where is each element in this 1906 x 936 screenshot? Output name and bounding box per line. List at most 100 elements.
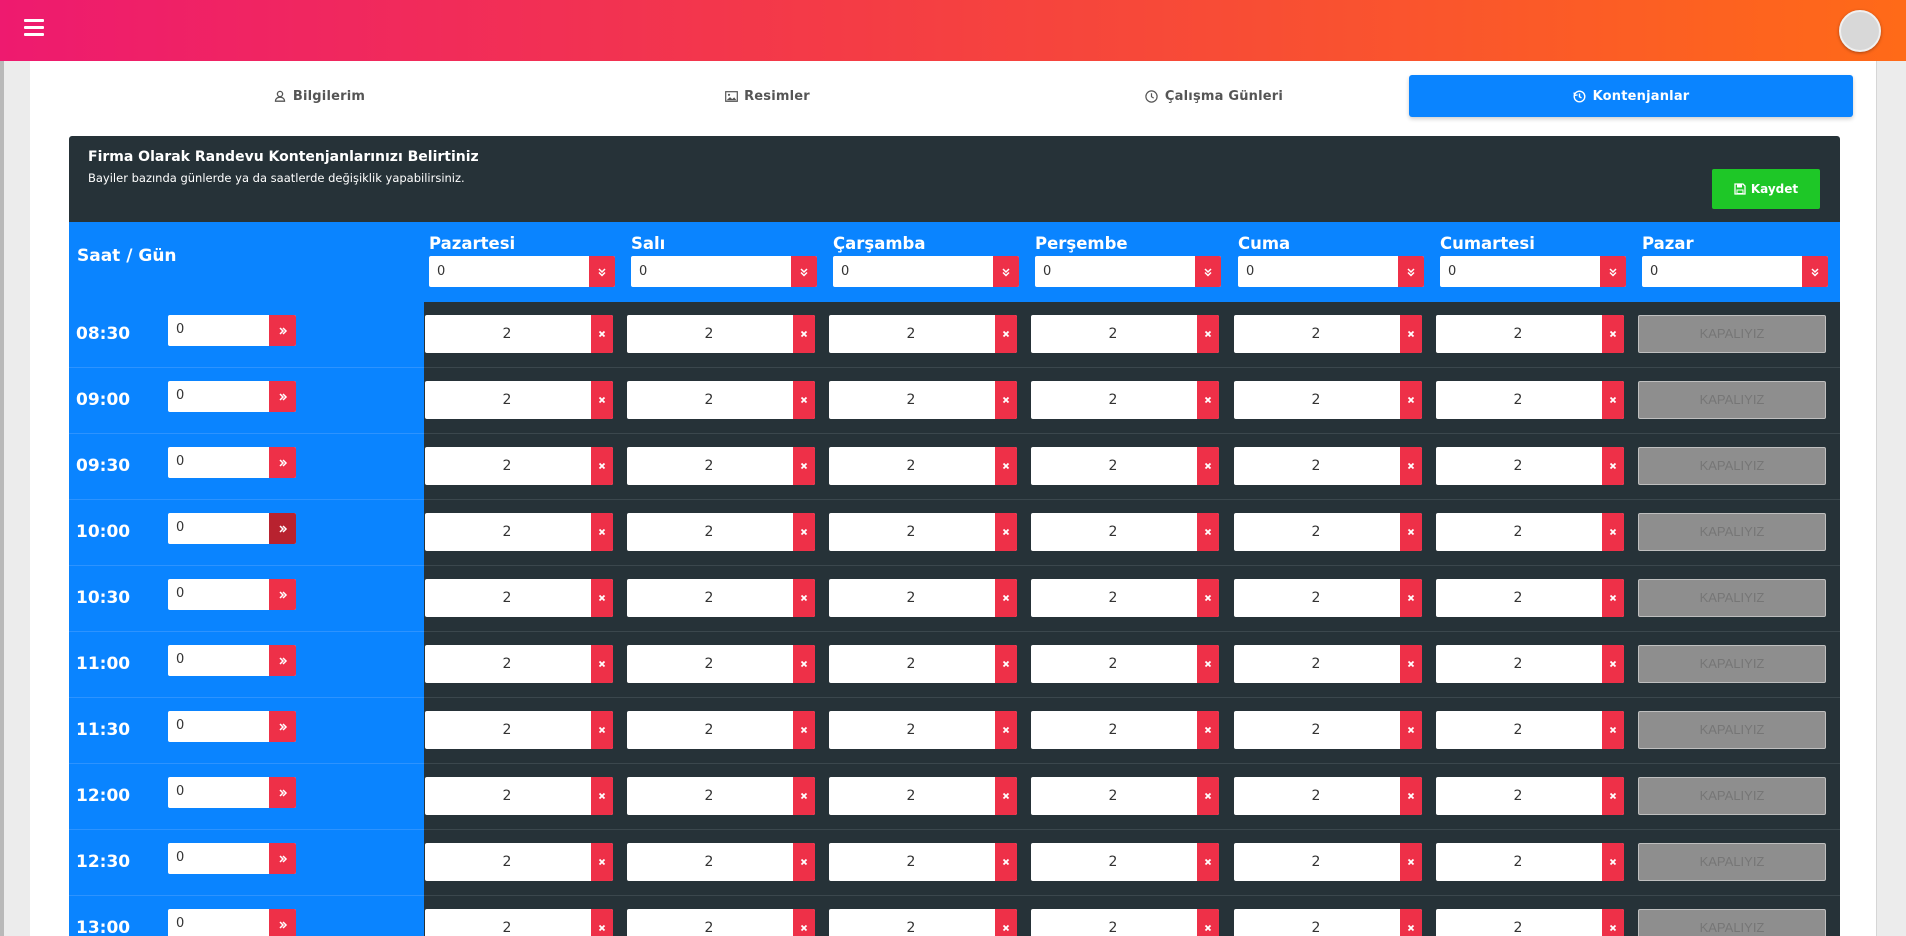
chevron-down-icon[interactable]	[1398, 256, 1424, 287]
tab-calisma-gunleri[interactable]: Çalışma Günleri	[992, 75, 1436, 117]
close-icon[interactable]	[1400, 711, 1422, 749]
close-icon[interactable]	[793, 777, 815, 815]
close-icon[interactable]	[1400, 381, 1422, 419]
quota-cell[interactable]: 2	[1031, 711, 1219, 749]
close-icon[interactable]	[995, 513, 1017, 551]
time-quota-input[interactable]: 0	[168, 579, 296, 610]
quota-cell[interactable]: 2	[1031, 909, 1219, 936]
quota-cell[interactable]: 2	[627, 711, 815, 749]
close-icon[interactable]	[1602, 579, 1624, 617]
quota-cell[interactable]: 2	[425, 909, 613, 936]
apply-row-icon[interactable]	[269, 513, 296, 544]
close-icon[interactable]	[591, 645, 613, 683]
quota-cell[interactable]: 2	[627, 513, 815, 551]
time-quota-input[interactable]: 0	[168, 645, 296, 676]
close-icon[interactable]	[995, 381, 1017, 419]
close-icon[interactable]	[1400, 909, 1422, 936]
close-icon[interactable]	[793, 381, 815, 419]
quota-cell[interactable]: 2	[829, 315, 1017, 353]
chevron-down-icon[interactable]	[1600, 256, 1626, 287]
quota-cell[interactable]: 2	[1436, 645, 1624, 683]
quota-cell[interactable]: 2	[1031, 645, 1219, 683]
quota-cell[interactable]: 2	[829, 777, 1017, 815]
close-icon[interactable]	[1400, 513, 1422, 551]
quota-cell[interactable]: 2	[1436, 513, 1624, 551]
close-icon[interactable]	[793, 909, 815, 936]
day-quota-select[interactable]: 0	[429, 256, 615, 287]
close-icon[interactable]	[1197, 645, 1219, 683]
closed-button[interactable]: KAPALIYIZ	[1638, 645, 1826, 683]
close-icon[interactable]	[1602, 909, 1624, 936]
close-icon[interactable]	[591, 579, 613, 617]
apply-row-icon[interactable]	[269, 381, 296, 412]
tab-resimler[interactable]: Resimler	[545, 75, 989, 117]
quota-cell[interactable]: 2	[1234, 645, 1422, 683]
quota-cell[interactable]: 2	[829, 711, 1017, 749]
closed-button[interactable]: KAPALIYIZ	[1638, 579, 1826, 617]
closed-button[interactable]: KAPALIYIZ	[1638, 513, 1826, 551]
close-icon[interactable]	[591, 711, 613, 749]
quota-cell[interactable]: 2	[1436, 447, 1624, 485]
quota-cell[interactable]: 2	[627, 645, 815, 683]
apply-row-icon[interactable]	[269, 315, 296, 346]
day-quota-select[interactable]: 0	[631, 256, 817, 287]
close-icon[interactable]	[1197, 843, 1219, 881]
quota-cell[interactable]: 2	[1234, 579, 1422, 617]
closed-button[interactable]: KAPALIYIZ	[1638, 777, 1826, 815]
close-icon[interactable]	[1400, 579, 1422, 617]
time-quota-input[interactable]: 0	[168, 381, 296, 412]
close-icon[interactable]	[995, 843, 1017, 881]
close-icon[interactable]	[793, 843, 815, 881]
quota-cell[interactable]: 2	[425, 447, 613, 485]
chevron-down-icon[interactable]	[1195, 256, 1221, 287]
close-icon[interactable]	[995, 579, 1017, 617]
close-icon[interactable]	[995, 447, 1017, 485]
close-icon[interactable]	[1602, 645, 1624, 683]
close-icon[interactable]	[1602, 711, 1624, 749]
close-icon[interactable]	[1400, 777, 1422, 815]
close-icon[interactable]	[1197, 711, 1219, 749]
close-icon[interactable]	[793, 447, 815, 485]
close-icon[interactable]	[995, 315, 1017, 353]
quota-cell[interactable]: 2	[1436, 579, 1624, 617]
close-icon[interactable]	[1400, 843, 1422, 881]
quota-cell[interactable]: 2	[1031, 447, 1219, 485]
quota-cell[interactable]: 2	[425, 645, 613, 683]
day-quota-select[interactable]: 0	[1035, 256, 1221, 287]
quota-cell[interactable]: 2	[829, 645, 1017, 683]
quota-cell[interactable]: 2	[425, 579, 613, 617]
closed-button[interactable]: KAPALIYIZ	[1638, 447, 1826, 485]
chevron-down-icon[interactable]	[1802, 256, 1828, 287]
chevron-down-icon[interactable]	[993, 256, 1019, 287]
quota-cell[interactable]: 2	[1234, 447, 1422, 485]
save-button[interactable]: Kaydet	[1712, 169, 1820, 209]
quota-cell[interactable]: 2	[1436, 711, 1624, 749]
chevron-down-icon[interactable]	[791, 256, 817, 287]
quota-cell[interactable]: 2	[1234, 777, 1422, 815]
close-icon[interactable]	[793, 645, 815, 683]
quota-cell[interactable]: 2	[1031, 315, 1219, 353]
quota-cell[interactable]: 2	[627, 777, 815, 815]
quota-cell[interactable]: 2	[1234, 315, 1422, 353]
day-quota-select[interactable]: 0	[833, 256, 1019, 287]
close-icon[interactable]	[995, 777, 1017, 815]
quota-cell[interactable]: 2	[1436, 381, 1624, 419]
close-icon[interactable]	[591, 777, 613, 815]
quota-cell[interactable]: 2	[1234, 909, 1422, 936]
close-icon[interactable]	[1400, 447, 1422, 485]
quota-cell[interactable]: 2	[425, 711, 613, 749]
quota-cell[interactable]: 2	[425, 513, 613, 551]
quota-cell[interactable]: 2	[1031, 777, 1219, 815]
tab-bilgilerim[interactable]: Bilgilerim	[97, 75, 541, 117]
day-quota-select[interactable]: 0	[1238, 256, 1424, 287]
quota-cell[interactable]: 2	[1031, 513, 1219, 551]
menu-icon[interactable]	[24, 19, 44, 37]
closed-button[interactable]: KAPALIYIZ	[1638, 315, 1826, 353]
closed-button[interactable]: KAPALIYIZ	[1638, 381, 1826, 419]
close-icon[interactable]	[1602, 447, 1624, 485]
avatar[interactable]	[1839, 10, 1881, 52]
apply-row-icon[interactable]	[269, 843, 296, 874]
apply-row-icon[interactable]	[269, 711, 296, 742]
time-quota-input[interactable]: 0	[168, 843, 296, 874]
quota-cell[interactable]: 2	[627, 843, 815, 881]
